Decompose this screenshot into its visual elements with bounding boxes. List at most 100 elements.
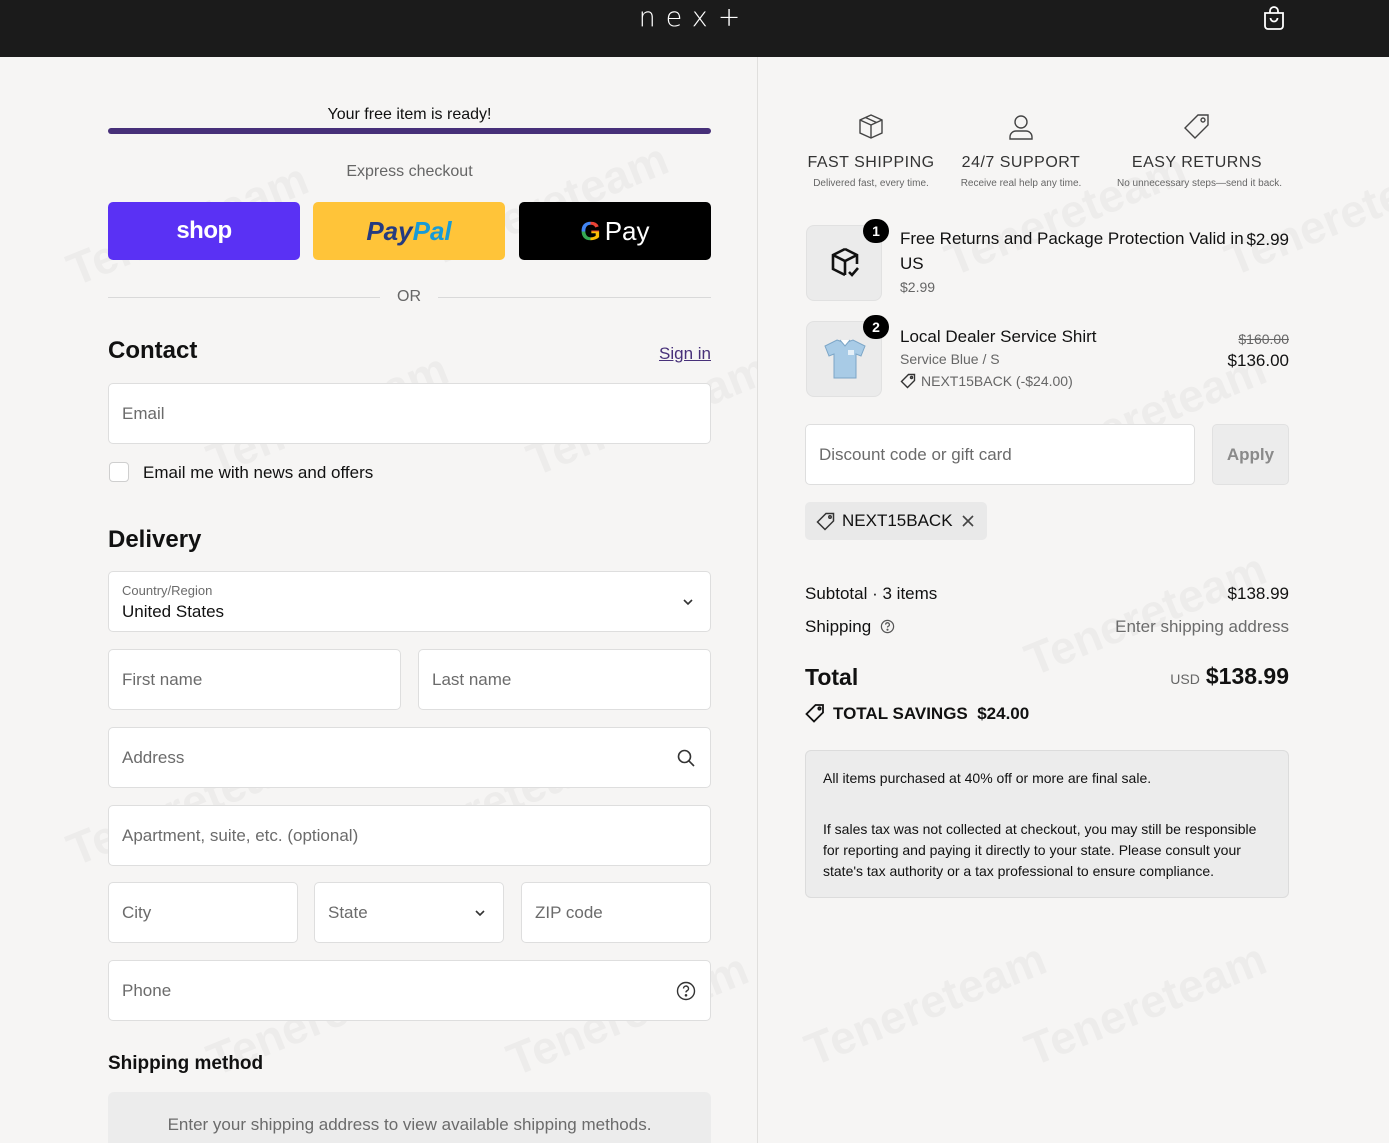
feature-fast-shipping: FAST SHIPPING Delivered fast, every time… xyxy=(791,112,951,189)
box-icon xyxy=(859,114,883,139)
search-icon xyxy=(677,749,695,767)
shirt-image xyxy=(824,339,866,379)
user-icon xyxy=(1009,115,1033,140)
tag-icon xyxy=(1184,114,1209,139)
google-pay-button[interactable]: G Pay xyxy=(519,202,711,260)
tag-icon xyxy=(900,373,916,389)
email-placeholder: Email xyxy=(122,404,165,423)
top-bar: nex+ xyxy=(0,0,1389,57)
total-value-row: USD $138.99 xyxy=(1170,663,1289,690)
chevron-down-icon xyxy=(475,910,485,917)
shopping-bag-icon[interactable] xyxy=(1262,5,1286,31)
item-discount: NEXT15BACK (-$24.00) xyxy=(900,373,1073,389)
total-label: Total xyxy=(805,664,859,690)
first-name-placeholder: First name xyxy=(122,670,203,689)
total-savings-row: TOTAL SAVINGS $24.00 xyxy=(805,703,1029,724)
newsletter-label: Email me with news and offers xyxy=(143,463,374,482)
shipping-value: Enter shipping address xyxy=(1115,617,1289,636)
item-title-line: US xyxy=(900,254,924,273)
item-variant: Service Blue / S xyxy=(900,351,1000,367)
apartment-placeholder: Apartment, suite, etc. (optional) xyxy=(122,826,359,845)
shipping-label-row: Shipping xyxy=(805,617,895,637)
item-price: $2.99 xyxy=(1246,230,1289,249)
newsletter-checkbox[interactable] xyxy=(109,462,129,482)
help-circle-icon[interactable] xyxy=(880,619,895,634)
shipping-method-message: Enter your shipping address to view avai… xyxy=(167,1115,652,1134)
item-original-price: $160.00 xyxy=(1238,329,1289,349)
state-placeholder: State xyxy=(328,903,368,922)
country-value: United States xyxy=(122,602,225,621)
contact-title: Contact xyxy=(108,337,198,364)
shipping-method-placeholder: Enter your shipping address to view avai… xyxy=(108,1092,711,1143)
order-summary-panel: Tenereteam Tenereteam Tenereteam Teneret… xyxy=(757,57,1389,1143)
country-label: Country/Region xyxy=(122,583,213,598)
phone-placeholder: Phone xyxy=(122,981,172,1000)
help-circle-icon[interactable] xyxy=(676,981,696,1001)
shop-pay-label: shop xyxy=(176,217,232,244)
checkout-form-panel: Tenereteam Tenereteam Tenereteam Teneret… xyxy=(0,57,757,1143)
applied-discount-chip: NEXT15BACK xyxy=(805,502,987,540)
zip-code-field[interactable]: ZIP code xyxy=(521,882,711,943)
item-price: $136.00 xyxy=(1227,351,1289,370)
country-select[interactable]: Country/Region United States xyxy=(108,571,711,632)
address-field[interactable]: Address xyxy=(108,727,711,788)
item-title: Local Dealer Service Shirt xyxy=(900,327,1097,346)
zip-code-placeholder: ZIP code xyxy=(535,903,603,922)
google-g-icon: G xyxy=(580,215,601,246)
apply-discount-button[interactable]: Apply xyxy=(1212,424,1289,485)
sales-tax-notice: If sales tax was not collected at checko… xyxy=(823,821,1257,879)
watermark: Tenereteam xyxy=(1017,931,1274,1077)
feature-subtitle: Delivered fast, every time. xyxy=(813,178,929,189)
paypal-label-pay: Pay xyxy=(366,215,413,246)
strike-price: $160.00 xyxy=(1238,331,1289,347)
shop-pay-button[interactable]: shop xyxy=(108,202,300,260)
paypal-label-pal: Pal xyxy=(412,215,452,246)
item-title: Free Returns and Package Protection Vali… xyxy=(900,226,1244,276)
last-name-field[interactable]: Last name xyxy=(418,649,711,710)
tag-icon xyxy=(816,512,835,531)
feature-subtitle: Receive real help any time. xyxy=(960,178,1082,189)
delivery-title: Delivery xyxy=(108,526,202,553)
divider xyxy=(438,297,711,298)
watermark: Tenereteam xyxy=(797,931,1054,1077)
subtotal-value: $138.99 xyxy=(1227,584,1289,603)
apartment-field[interactable]: Apartment, suite, etc. (optional) xyxy=(108,805,711,866)
city-field[interactable]: City xyxy=(108,882,298,943)
feature-title: EASY RETURNS xyxy=(1131,154,1263,171)
item-discount-label: NEXT15BACK (-$24.00) xyxy=(921,373,1073,389)
sale-tax-notice: All items purchased at 40% off or more a… xyxy=(805,750,1289,898)
express-checkout-label: Express checkout xyxy=(346,163,473,180)
applied-discount-code: NEXT15BACK xyxy=(842,511,953,530)
brand-logo[interactable]: nex+ xyxy=(0,2,1389,33)
discount-code-input[interactable]: Discount code or gift card xyxy=(805,424,1195,485)
free-item-message: Your free item is ready! xyxy=(327,106,492,123)
shipping-label: Shipping xyxy=(805,617,872,636)
address-placeholder: Address xyxy=(122,748,185,767)
feature-support: 24/7 SUPPORT Receive real help any time. xyxy=(941,112,1101,189)
or-separator: OR xyxy=(397,288,421,305)
final-sale-notice: All items purchased at 40% off or more a… xyxy=(823,770,1152,786)
discount-placeholder: Discount code or gift card xyxy=(819,445,1012,464)
feature-title: FAST SHIPPING xyxy=(807,154,935,171)
paypal-button[interactable]: Pay Pal xyxy=(313,202,505,260)
first-name-field[interactable]: First name xyxy=(108,649,401,710)
item-unit-price: $2.99 xyxy=(900,279,936,295)
package-check-icon xyxy=(831,247,859,277)
city-placeholder: City xyxy=(122,903,152,922)
total-savings-label: TOTAL SAVINGS xyxy=(833,704,968,723)
email-field[interactable]: Email xyxy=(108,383,711,444)
chevron-down-icon xyxy=(683,599,693,606)
feature-returns: EASY RETURNS No unnecessary steps—send i… xyxy=(1117,112,1283,189)
total-value: $138.99 xyxy=(1205,663,1289,689)
close-icon[interactable] xyxy=(961,514,975,528)
free-item-progress-bar xyxy=(108,128,711,134)
currency-code: USD xyxy=(1170,671,1200,687)
quantity-badge: 2 xyxy=(863,315,889,339)
total-savings-value: $24.00 xyxy=(977,704,1030,723)
state-select[interactable]: State xyxy=(314,882,504,943)
sign-in-link[interactable]: Sign in xyxy=(640,344,711,364)
phone-field[interactable]: Phone xyxy=(108,960,711,1021)
google-pay-label: Pay xyxy=(604,215,650,246)
quantity-badge: 1 xyxy=(863,219,889,243)
feature-subtitle: No unnecessary steps—send it back. xyxy=(1117,178,1283,189)
